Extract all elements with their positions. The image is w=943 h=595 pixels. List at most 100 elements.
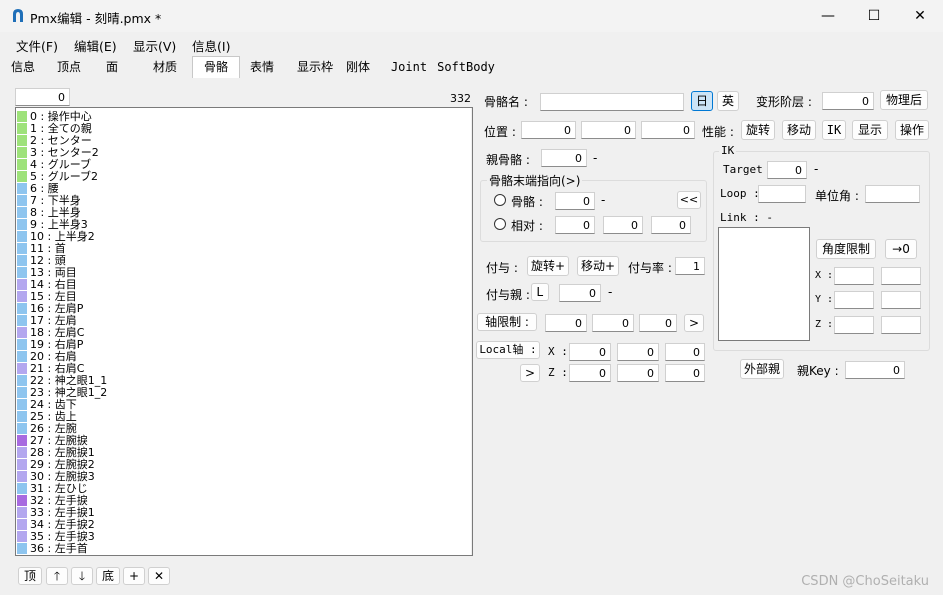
grant-parent-field[interactable]: 0 <box>559 284 601 302</box>
external-parent-button[interactable]: 外部親 <box>740 359 784 379</box>
bone-name-field[interactable] <box>540 93 684 111</box>
local-x1-field[interactable]: 0 <box>569 343 611 361</box>
move-top-button[interactable]: 顶 <box>18 567 42 585</box>
move-bottom-button[interactable]: 底 <box>96 567 120 585</box>
tab-morph[interactable]: 表情 <box>244 56 280 79</box>
ik-link-list[interactable] <box>718 227 810 341</box>
bone-row[interactable]: 12 : 頭 <box>16 255 456 267</box>
grant-local-button[interactable]: L <box>531 283 549 301</box>
perf-operate-button[interactable]: 操作 <box>895 120 929 140</box>
axis-limit-y-field[interactable]: 0 <box>592 314 634 332</box>
ik-y-min-field[interactable] <box>834 291 874 309</box>
tail-relative-radio[interactable] <box>494 218 506 230</box>
list-index-field[interactable]: 0 <box>15 88 70 106</box>
bone-color-swatch <box>17 399 27 410</box>
bone-row[interactable]: 13 : 両目 <box>16 267 456 279</box>
maximize-button[interactable]: ☐ <box>851 0 897 32</box>
list-scrollbar[interactable] <box>471 108 472 555</box>
bone-row[interactable]: 16 : 左肩P <box>16 303 456 315</box>
local-x2-field[interactable]: 0 <box>617 343 659 361</box>
ik-loop-field[interactable] <box>758 185 806 203</box>
position-x-field[interactable]: 0 <box>521 121 576 139</box>
grant-move-button[interactable]: 移动+ <box>577 256 619 276</box>
grant-parent-dash: - <box>608 285 613 299</box>
tab-display-frame[interactable]: 显示枠 <box>292 56 338 79</box>
local-z3-field[interactable]: 0 <box>665 364 705 382</box>
bone-row[interactable]: 36 : 左手首 <box>16 543 456 555</box>
ik-z-max-field[interactable] <box>881 316 921 334</box>
axis-limit-x-field[interactable]: 0 <box>545 314 587 332</box>
tail-bone-radio[interactable] <box>494 194 506 206</box>
ik-y-max-field[interactable] <box>881 291 921 309</box>
tab-face[interactable]: 面 <box>96 56 128 79</box>
tab-softbody[interactable]: SoftBody <box>436 56 496 79</box>
ik-x-max-field[interactable] <box>881 267 921 285</box>
parent-key-field[interactable]: 0 <box>845 361 905 379</box>
move-up-button[interactable]: 🡑 <box>46 567 68 585</box>
menu-file[interactable]: 文件(F) <box>16 36 58 55</box>
ik-x-min-field[interactable] <box>834 267 874 285</box>
bone-color-swatch <box>17 219 27 230</box>
ik-unit-angle-field[interactable] <box>865 185 920 203</box>
local-axis-arrow-button[interactable]: > <box>520 364 540 382</box>
tail-collapse-button[interactable]: << <box>677 191 701 209</box>
close-button[interactable]: ✕ <box>897 0 943 32</box>
tab-rigid-body[interactable]: 刚体 <box>340 56 376 79</box>
tail-rel-z-field[interactable]: 0 <box>651 216 691 234</box>
tab-vertex[interactable]: 顶点 <box>50 56 88 79</box>
axis-limit-z-field[interactable]: 0 <box>639 314 677 332</box>
menu-edit[interactable]: 编辑(E) <box>74 36 117 55</box>
ik-z-min-field[interactable] <box>834 316 874 334</box>
bone-row[interactable]: 19 : 右肩P <box>16 339 456 351</box>
local-z1-field[interactable]: 0 <box>569 364 611 382</box>
local-z2-field[interactable]: 0 <box>617 364 659 382</box>
tail-rel-x-field[interactable]: 0 <box>555 216 595 234</box>
move-down-button[interactable]: 🡓 <box>71 567 93 585</box>
bone-color-swatch <box>17 447 27 458</box>
ik-angle-limit-button[interactable]: 角度限制 <box>816 239 876 259</box>
deform-field[interactable]: 0 <box>822 92 874 110</box>
bone-row[interactable]: 7 : 下半身 <box>16 195 456 207</box>
axis-limit-button[interactable]: 轴限制 : <box>477 313 537 331</box>
bone-row[interactable]: 11 : 首 <box>16 243 456 255</box>
tab-material[interactable]: 材质 <box>146 56 184 79</box>
grant-rate-field[interactable]: 1 <box>675 257 705 275</box>
minimize-button[interactable]: — <box>805 0 851 32</box>
tail-rel-y-field[interactable]: 0 <box>603 216 643 234</box>
bone-list[interactable]: 0 : 操作中心 1 : 全ての親 2 : センター 3 : センター2 4 : グルー… <box>15 107 473 556</box>
local-x3-field[interactable]: 0 <box>665 343 705 361</box>
bone-row[interactable]: 24 : 齿下 <box>16 399 456 411</box>
lang-jp-button[interactable]: 日 <box>691 91 713 111</box>
bone-row[interactable]: 25 : 齿上 <box>16 411 456 423</box>
perf-ik-button[interactable]: IK <box>822 120 846 140</box>
perf-rotate-button[interactable]: 旋转 <box>741 120 775 140</box>
bone-color-swatch <box>17 279 27 290</box>
grant-rotate-button[interactable]: 旋转+ <box>527 256 569 276</box>
bone-row[interactable]: 23 : 神之眼1_2 <box>16 387 456 399</box>
ik-reset-button[interactable]: →0 <box>885 239 917 259</box>
ik-target-field[interactable]: 0 <box>767 161 807 179</box>
perf-move-button[interactable]: 移动 <box>782 120 816 140</box>
add-bone-button[interactable]: + <box>123 567 145 585</box>
local-axis-button[interactable]: Local轴 : <box>476 341 540 359</box>
menu-view[interactable]: 显示(V) <box>133 36 176 55</box>
menu-info[interactable]: 信息(I) <box>192 36 230 55</box>
tab-info[interactable]: 信息 <box>4 56 42 79</box>
position-y-field[interactable]: 0 <box>581 121 636 139</box>
axis-limit-arrow-button[interactable]: > <box>684 314 704 332</box>
tail-bone-field[interactable]: 0 <box>555 192 595 210</box>
bone-row[interactable]: 5 : グルーブ2 <box>16 171 456 183</box>
perf-display-button[interactable]: 显示 <box>852 120 888 140</box>
bone-row[interactable]: 14 : 右目 <box>16 279 456 291</box>
lang-en-button[interactable]: 英 <box>717 91 739 111</box>
bone-color-swatch <box>17 519 27 530</box>
after-physics-button[interactable]: 物理后 <box>880 90 928 110</box>
bone-row[interactable]: 6 : 腰 <box>16 183 456 195</box>
bone-row[interactable]: 10 : 上半身2 <box>16 231 456 243</box>
delete-bone-button[interactable]: ✕ <box>148 567 170 585</box>
parent-bone-field[interactable]: 0 <box>541 149 587 167</box>
position-z-field[interactable]: 0 <box>641 121 695 139</box>
tab-bone[interactable]: 骨骼 <box>192 56 240 79</box>
tab-joint[interactable]: Joint <box>388 56 430 79</box>
title-bar: Pmx编辑 - 刻晴.pmx * — ☐ ✕ <box>0 0 943 32</box>
